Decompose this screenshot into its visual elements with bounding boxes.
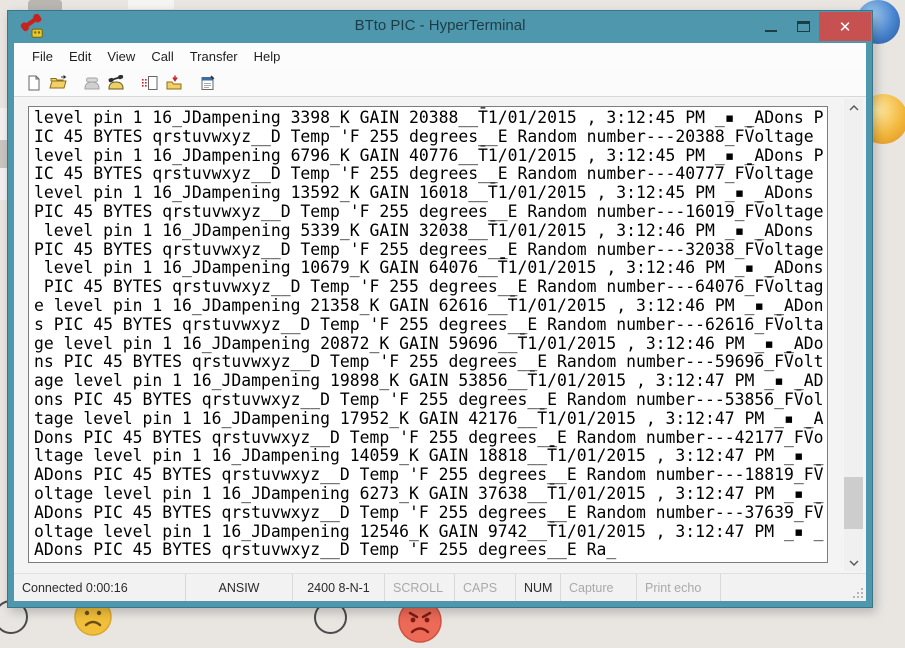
scroll-down-button[interactable] xyxy=(844,554,863,571)
chevron-up-icon xyxy=(849,105,859,111)
window-body: File Edit View Call Transfer Help xyxy=(14,43,866,601)
open-button[interactable] xyxy=(46,72,70,94)
minimize-button[interactable] xyxy=(755,12,787,41)
content-area: level pin 1 16_JDampening 3398_K GAIN 20… xyxy=(14,97,866,573)
minimize-icon xyxy=(765,30,777,32)
terminal-text: level pin 1 16_JDampening 3398_K GAIN 20… xyxy=(29,107,827,560)
status-capture: Capture xyxy=(561,574,637,601)
hang-up-button[interactable] xyxy=(104,72,128,94)
resize-grip[interactable] xyxy=(853,588,863,598)
send-button[interactable] xyxy=(138,72,162,94)
menu-view[interactable]: View xyxy=(99,45,143,68)
call-icon xyxy=(83,75,101,91)
status-filler xyxy=(721,574,866,601)
menubar: File Edit View Call Transfer Help xyxy=(14,43,866,69)
status-emulation: ANSIW xyxy=(186,574,293,601)
receive-button[interactable] xyxy=(162,72,186,94)
status-bar: Connected 0:00:16 ANSIW 2400 8-N-1 SCROL… xyxy=(14,573,866,601)
call-button[interactable] xyxy=(80,72,104,94)
hang-up-icon xyxy=(107,75,125,91)
status-caps: CAPS xyxy=(455,574,516,601)
toolbar xyxy=(14,69,866,97)
status-connected: Connected 0:00:16 xyxy=(14,574,186,601)
menu-transfer[interactable]: Transfer xyxy=(182,45,246,68)
maximize-icon xyxy=(797,21,810,32)
send-icon xyxy=(141,75,159,91)
properties-button[interactable] xyxy=(196,72,220,94)
terminal-screen[interactable]: level pin 1 16_JDampening 3398_K GAIN 20… xyxy=(28,106,828,563)
titlebar[interactable]: BTto PIC - HyperTerminal ✕ xyxy=(8,11,872,43)
open-icon xyxy=(49,75,67,91)
menu-call[interactable]: Call xyxy=(143,45,181,68)
menu-file[interactable]: File xyxy=(24,45,61,68)
status-print-echo: Print echo xyxy=(637,574,721,601)
status-scroll: SCROLL xyxy=(385,574,455,601)
status-port-settings: 2400 8-N-1 xyxy=(293,574,385,601)
window-title: BTto PIC - HyperTerminal xyxy=(8,17,872,34)
new-connection-button[interactable] xyxy=(22,72,46,94)
status-num: NUM xyxy=(516,574,561,601)
menu-help[interactable]: Help xyxy=(246,45,289,68)
chevron-down-icon xyxy=(849,560,859,566)
menu-edit[interactable]: Edit xyxy=(61,45,99,68)
new-connection-icon xyxy=(26,75,42,91)
close-button[interactable]: ✕ xyxy=(819,12,871,41)
desktop-fragment xyxy=(128,0,174,9)
scroll-up-button[interactable] xyxy=(844,99,863,116)
scrollbar-thumb[interactable] xyxy=(844,477,863,529)
hyperterminal-window: BTto PIC - HyperTerminal ✕ File Edit Vie… xyxy=(7,10,873,608)
vertical-scrollbar[interactable] xyxy=(844,99,863,571)
maximize-button[interactable] xyxy=(787,12,819,41)
receive-icon xyxy=(165,75,183,91)
properties-icon xyxy=(199,75,217,91)
